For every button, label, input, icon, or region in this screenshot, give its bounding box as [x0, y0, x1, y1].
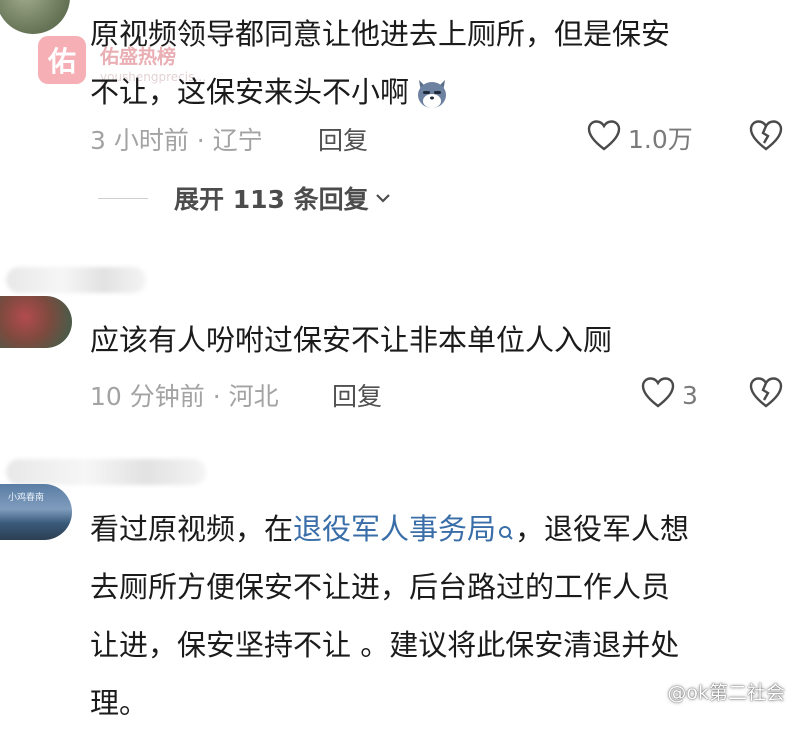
- avatar[interactable]: [0, 296, 72, 348]
- comment-line: 让进，保安坚持不让 。建议将此保安清退并处: [90, 628, 680, 662]
- username-blurred[interactable]: [6, 459, 206, 485]
- avatar-caption: 小鸡春南: [8, 493, 45, 503]
- comment-line: 原视频领导都同意让他进去上厕所，但是保安: [90, 17, 671, 51]
- broken-heart-icon: [748, 377, 784, 415]
- comment-text: 应该有人吩咐过保安不让非本单位人入厕: [90, 311, 612, 369]
- credit-watermark: @ok第二社会: [645, 678, 785, 705]
- expand-replies[interactable]: 展开 113 条回复: [98, 180, 391, 216]
- comment-line: 应该有人吩咐过保安不让非本单位人入厕: [90, 323, 613, 357]
- comment-line: 看过原视频，在 退役军人事务局 ，退役军人想: [90, 500, 689, 558]
- comment-line: 去厕所方便保安不让进，后台路过的工作人员: [90, 570, 671, 604]
- search-icon[interactable]: [497, 514, 515, 544]
- username-blurred[interactable]: [6, 267, 146, 293]
- comment-meta: 10 分钟前 · 河北: [90, 382, 279, 411]
- comment-line-text: 不让，这保安来头不小啊: [90, 75, 410, 109]
- comment-line: 理。: [90, 686, 149, 720]
- watermark-logo: 佑: [38, 36, 86, 84]
- avatar[interactable]: 小鸡春南: [0, 484, 72, 540]
- paw-icon: [645, 680, 663, 703]
- like-count: 3: [682, 380, 698, 410]
- wolf-emoji-icon: [413, 73, 451, 111]
- chevron-down-icon: [375, 189, 391, 208]
- reply-button[interactable]: 回复: [332, 377, 382, 413]
- comment-meta: 3 小时前 · 辽宁: [90, 126, 263, 155]
- like-button[interactable]: 1.0万: [586, 118, 693, 158]
- search-link[interactable]: 退役军人事务局: [293, 500, 496, 558]
- reply-button[interactable]: 回复: [318, 121, 368, 157]
- comment-line: 不让，这保安来头不小啊: [90, 63, 670, 121]
- heart-icon: [640, 375, 676, 415]
- avatar[interactable]: [0, 0, 70, 34]
- heart-icon: [586, 118, 622, 158]
- expand-divider: [98, 197, 148, 199]
- comment-line-suffix: ，退役军人想: [515, 512, 690, 546]
- like-count: 1.0万: [628, 125, 693, 154]
- broken-heart-icon: [748, 120, 784, 158]
- dislike-button[interactable]: [748, 118, 784, 158]
- comment-text: 看过原视频，在 退役军人事务局 ，退役军人想 去厕所方便保安不让进，后台路过的工…: [90, 500, 689, 732]
- dislike-button[interactable]: [748, 375, 784, 415]
- credit-text: @ok第二社会: [667, 682, 785, 704]
- comment-line-prefix: 看过原视频，在: [90, 512, 294, 546]
- expand-replies-label: 展开 113 条回复: [174, 185, 369, 214]
- like-button[interactable]: 3: [640, 375, 698, 415]
- comment-text: 原视频领导都同意让他进去上厕所，但是保安 不让，这保安来头不小啊: [90, 5, 670, 121]
